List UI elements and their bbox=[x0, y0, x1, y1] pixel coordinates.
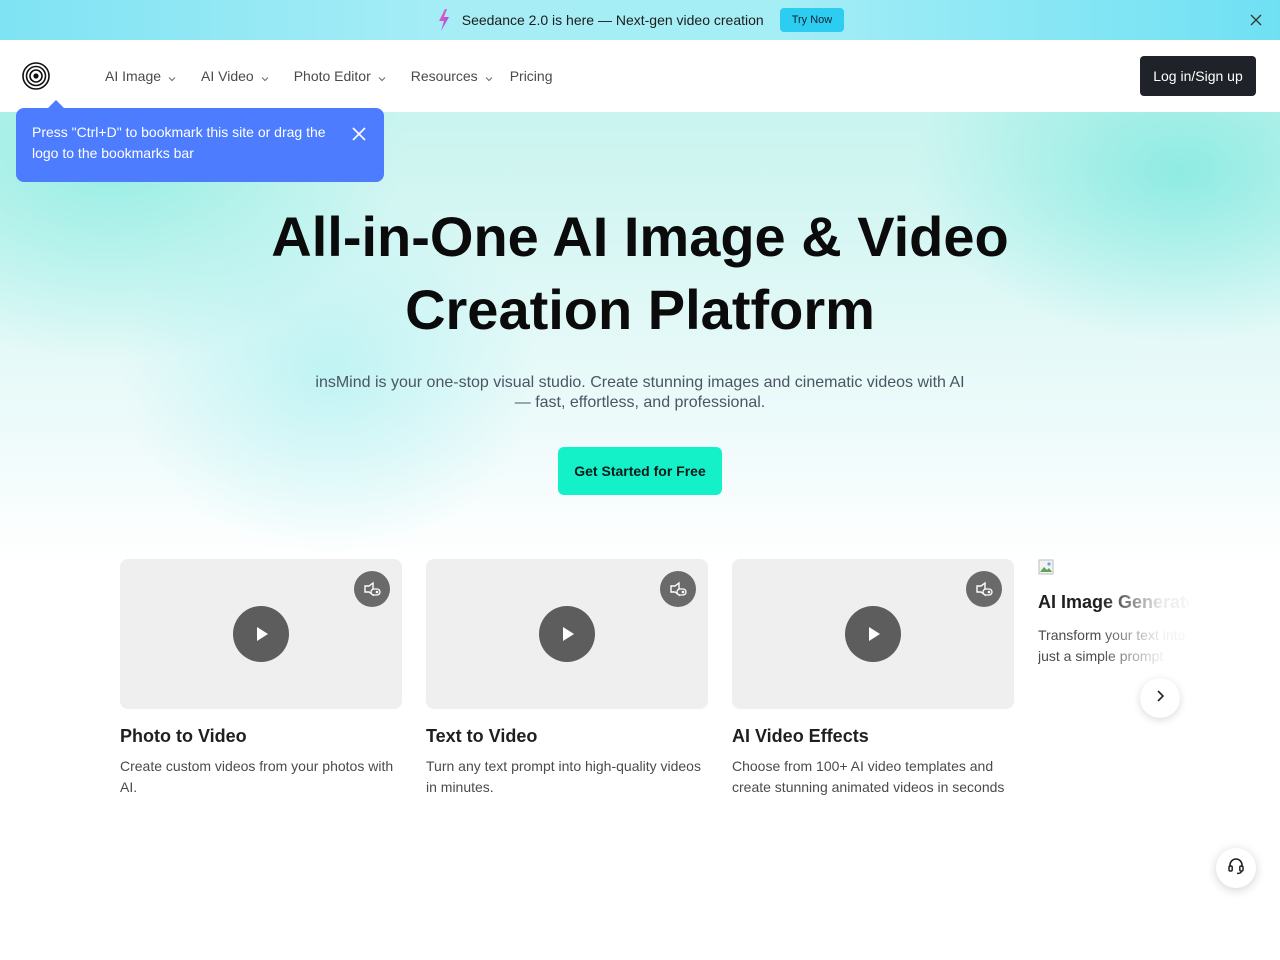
chevron-down-icon bbox=[377, 71, 387, 82]
card-description: Turn any text prompt into high-quality v… bbox=[426, 758, 701, 795]
get-started-button[interactable]: Get Started for Free bbox=[558, 447, 722, 495]
feature-card-photo-to-video[interactable]: Photo to Video Create custom videos from… bbox=[120, 559, 402, 798]
chevron-down-icon bbox=[260, 71, 270, 82]
card-title: Photo to Video bbox=[120, 726, 247, 746]
nav-item-photo-editor[interactable]: Photo Editor bbox=[294, 68, 387, 84]
headset-icon bbox=[1226, 856, 1246, 881]
nav-item-label: Pricing bbox=[509, 68, 553, 84]
chevron-down-icon bbox=[484, 71, 494, 82]
nav-menu: AI Image AI Video Photo Editor Resources… bbox=[105, 40, 576, 112]
video-preview[interactable] bbox=[120, 559, 402, 709]
announcement-bar: Seedance 2.0 is here — Next-gen video cr… bbox=[0, 0, 1280, 40]
nav-item-label: Photo Editor bbox=[293, 68, 371, 84]
announcement-text: Seedance 2.0 is here — Next-gen video cr… bbox=[461, 12, 764, 28]
card-description: Choose from 100+ AI video templates and … bbox=[732, 758, 1005, 795]
support-button[interactable] bbox=[1216, 848, 1256, 888]
video-preview[interactable] bbox=[426, 559, 708, 709]
chevron-down-icon bbox=[167, 71, 177, 82]
login-signup-button[interactable]: Log in/Sign up bbox=[1140, 56, 1256, 96]
carousel-fade bbox=[1100, 555, 1210, 675]
nav-item-pricing[interactable]: Pricing bbox=[510, 68, 553, 84]
page-title-line-1: All-in-One AI Image & Video bbox=[271, 205, 1009, 268]
feature-card-ai-video-effects[interactable]: AI Video Effects Choose from 100+ AI vid… bbox=[732, 559, 1014, 798]
nav-item-ai-image[interactable]: AI Image bbox=[105, 68, 177, 84]
try-now-button[interactable]: Try Now bbox=[779, 8, 845, 32]
bookmark-tooltip: Press "Ctrl+D" to bookmark this site or … bbox=[16, 100, 384, 182]
close-icon[interactable] bbox=[1248, 12, 1264, 28]
page-title-line-2: Creation Platform bbox=[405, 278, 875, 341]
feature-card-text-to-video[interactable]: Text to Video Turn any text prompt into … bbox=[426, 559, 708, 798]
concentric-circles-logo[interactable] bbox=[22, 62, 50, 90]
carousel-next-button[interactable] bbox=[1140, 678, 1180, 718]
nav-item-ai-video[interactable]: AI Video bbox=[201, 68, 270, 84]
hero-subtitle: insMind is your one-stop visual studio. … bbox=[315, 374, 965, 411]
card-title: Text to Video bbox=[426, 726, 538, 746]
play-icon[interactable] bbox=[845, 606, 901, 662]
chevron-right-icon bbox=[1153, 689, 1167, 708]
speaker-mute-icon[interactable] bbox=[354, 571, 390, 607]
main-nav: AI Image AI Video Photo Editor Resources… bbox=[0, 40, 1280, 112]
play-icon[interactable] bbox=[539, 606, 595, 662]
lightning-bolt-icon bbox=[436, 8, 452, 32]
play-icon[interactable] bbox=[233, 606, 289, 662]
card-description: Create custom videos from your photos wi… bbox=[120, 758, 394, 795]
speaker-mute-icon[interactable] bbox=[966, 571, 1002, 607]
video-preview[interactable] bbox=[732, 559, 1014, 709]
tooltip-text: Press "Ctrl+D" to bookmark this site or … bbox=[32, 124, 326, 161]
card-title: AI Video Effects bbox=[732, 726, 869, 746]
nav-item-label: Resources bbox=[410, 68, 478, 84]
nav-item-label: AI Image bbox=[105, 68, 162, 84]
page-title: All-in-One AI Image & Video Creation Pla… bbox=[0, 200, 1280, 346]
broken-image-icon bbox=[1038, 559, 1054, 575]
nav-item-label: AI Video bbox=[201, 68, 254, 84]
nav-item-resources[interactable]: Resources bbox=[411, 68, 494, 84]
speaker-mute-icon[interactable] bbox=[660, 571, 696, 607]
close-icon[interactable] bbox=[352, 126, 366, 141]
